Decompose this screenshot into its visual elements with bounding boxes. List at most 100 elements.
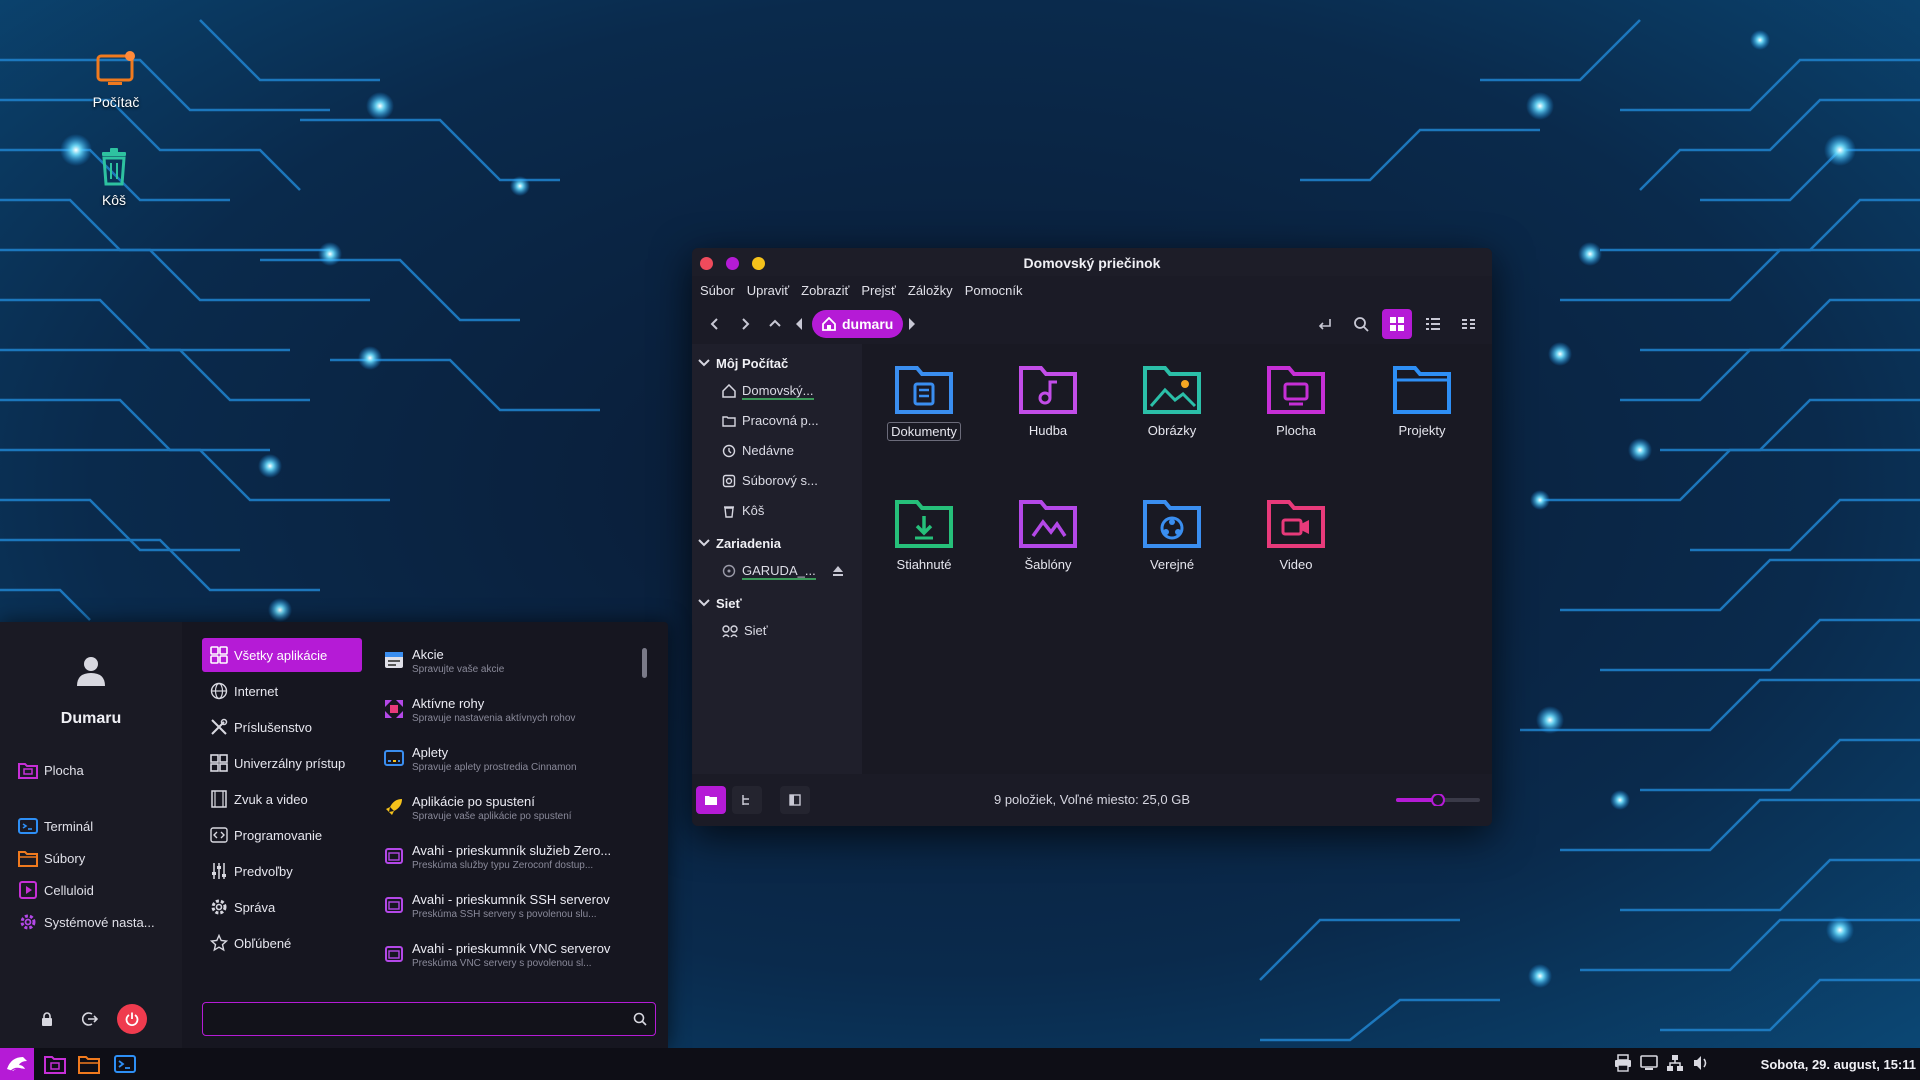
favorite-desktop[interactable]: Plocha: [18, 760, 84, 780]
favorite-celluloid[interactable]: Celluloid: [18, 880, 94, 900]
shutdown-button[interactable]: [117, 1004, 147, 1034]
sidebar-item-home[interactable]: Domovský...: [692, 376, 862, 406]
menu-view[interactable]: Zobraziť: [801, 283, 849, 298]
file-item-projects[interactable]: Projekty: [1372, 358, 1472, 439]
drive-icon: [722, 474, 736, 488]
stocks-icon: [385, 652, 403, 668]
taskbar-terminal-launcher[interactable]: [108, 1048, 142, 1080]
category-preferences[interactable]: Predvoľby: [202, 854, 362, 888]
folder-pictures-icon: [1143, 366, 1201, 414]
breadcrumb-right-button[interactable]: [903, 309, 921, 339]
forward-button[interactable]: [730, 309, 760, 339]
home-icon: [822, 317, 836, 331]
category-all-apps[interactable]: Všetky aplikácie: [202, 638, 362, 672]
file-item-pictures[interactable]: Obrázky: [1122, 358, 1222, 439]
category-administration[interactable]: Správa: [202, 890, 362, 924]
app-name: Avahi - prieskumník VNC serverov: [412, 941, 611, 956]
category-internet[interactable]: Internet: [202, 674, 362, 708]
folder-icon: [722, 416, 736, 427]
breadcrumb-left-button[interactable]: [790, 309, 808, 339]
taskbar-files-launcher[interactable]: [72, 1048, 106, 1080]
menu-file[interactable]: Súbor: [700, 283, 735, 298]
category-label: Príslušenstvo: [234, 719, 313, 735]
favorite-system-settings[interactable]: Systémové nasta...: [18, 912, 155, 932]
sidebar-item-network[interactable]: Sieť: [692, 616, 862, 646]
favorite-files[interactable]: Súbory: [18, 848, 85, 868]
folder-download-icon: [895, 500, 953, 548]
search-button[interactable]: [1346, 309, 1376, 339]
display-icon[interactable]: [1640, 1054, 1658, 1077]
zoom-slider[interactable]: [1396, 794, 1480, 806]
menu-go[interactable]: Prejsť: [861, 283, 896, 298]
compact-view-button[interactable]: [1454, 309, 1484, 339]
sidebar-item-filesystem[interactable]: Súborový s...: [692, 466, 862, 496]
category-sound-video[interactable]: Zvuk a video: [202, 782, 362, 816]
app-item-hot-corners[interactable]: Aktívne rohy Spravuje nastavenia aktívny…: [384, 693, 634, 737]
location-toggle-button[interactable]: [1310, 309, 1340, 339]
breadcrumb-home[interactable]: dumaru: [812, 310, 904, 338]
category-favorites[interactable]: Obľúbené: [202, 926, 362, 960]
return-arrow-icon: [1318, 319, 1331, 330]
sidebar-section-label: Môj Počítač: [716, 355, 789, 371]
menu-search-input[interactable]: [209, 1007, 619, 1031]
app-item-avahi-vnc[interactable]: Avahi - prieskumník VNC serverov Preskúm…: [384, 938, 634, 982]
file-item-templates[interactable]: Šablóny: [998, 492, 1098, 573]
lock-screen-button[interactable]: [32, 1004, 62, 1034]
desktop-icon-computer[interactable]: Počítač: [66, 50, 166, 110]
app-name: Akcie: [412, 647, 444, 662]
file-item-music[interactable]: Hudba: [998, 358, 1098, 439]
app-item-avahi-zeroconf[interactable]: Avahi - prieskumník služieb Zero... Pres…: [384, 840, 634, 884]
category-accessibility[interactable]: Univerzálny prístup: [202, 746, 362, 780]
folder-music-icon: [1019, 366, 1077, 414]
menu-launcher-button[interactable]: [0, 1048, 34, 1080]
back-button[interactable]: [700, 309, 730, 339]
home-icon: [722, 384, 736, 398]
app-description: Spravuje nastavenia aktívnych rohov: [412, 713, 576, 724]
eject-icon[interactable]: [832, 565, 844, 577]
chevron-up-icon: [769, 319, 781, 327]
file-grid: Dokumenty Hudba Obrázky Plocha Projekty: [862, 344, 1492, 774]
sidebar-section-network[interactable]: Sieť: [692, 590, 862, 616]
app-item-applets[interactable]: Aplety Spravuje aplety prostredia Cinnam…: [384, 742, 634, 786]
menu-edit[interactable]: Upraviť: [747, 283, 789, 298]
window-app-icon: [385, 897, 403, 913]
status-text: 9 položiek, Voľné miesto: 25,0 GB: [993, 792, 1190, 807]
list-view-button[interactable]: [1418, 309, 1448, 339]
sidebar-section-computer[interactable]: Môj Počítač: [692, 350, 862, 376]
volume-icon[interactable]: [1692, 1054, 1710, 1077]
clock[interactable]: Sobota, 29. august, 15:11: [1761, 1057, 1916, 1072]
titlebar[interactable]: Domovský priečinok: [692, 248, 1492, 276]
app-description: Preskúma SSH servery s povolenou slu...: [412, 909, 597, 920]
app-item-stocks[interactable]: Akcie Spravujte vaše akcie: [384, 644, 634, 688]
icon-view-button[interactable]: [1382, 309, 1412, 339]
sidebar-item-label: Domovský...: [742, 382, 814, 400]
category-programming[interactable]: Programovanie: [202, 818, 362, 852]
computer-icon: [96, 51, 135, 85]
file-item-public[interactable]: Verejné: [1122, 492, 1222, 573]
sidebar-section-devices[interactable]: Zariadenia: [692, 530, 862, 556]
taskbar-desktop-launcher[interactable]: [38, 1048, 72, 1080]
category-accessories[interactable]: Príslušenstvo: [202, 710, 362, 744]
file-item-videos[interactable]: Video: [1246, 492, 1346, 573]
sidebar-item-recent[interactable]: Nedávne: [692, 436, 862, 466]
desktop-icon-trash[interactable]: Kôš: [64, 148, 164, 208]
app-list-scrollbar[interactable]: [642, 648, 647, 678]
up-button[interactable]: [760, 309, 790, 339]
printer-icon[interactable]: [1614, 1054, 1632, 1077]
sidebar-item-desktop[interactable]: Pracovná p...: [692, 406, 862, 436]
sidebar-item-garuda[interactable]: GARUDA_...: [692, 556, 862, 586]
file-name: Plocha: [1276, 423, 1316, 438]
logout-button[interactable]: [75, 1004, 105, 1034]
sidebar-item-trash[interactable]: Kôš: [692, 496, 862, 526]
favorite-terminal[interactable]: Terminál: [18, 816, 93, 836]
file-item-downloads[interactable]: Stiahnuté: [874, 492, 974, 573]
app-item-startup-apps[interactable]: Aplikácie po spustení Spravuje vaše apli…: [384, 791, 634, 835]
user-name: Dumaru: [60, 710, 122, 727]
file-item-desktop[interactable]: Plocha: [1246, 358, 1346, 439]
menu-help[interactable]: Pomocník: [965, 283, 1023, 298]
menu-bookmarks[interactable]: Záložky: [908, 283, 953, 298]
network-icon[interactable]: [1666, 1054, 1684, 1077]
terminal-icon: [114, 1055, 136, 1073]
app-item-avahi-ssh[interactable]: Avahi - prieskumník SSH serverov Preskúm…: [384, 889, 634, 933]
file-item-documents[interactable]: Dokumenty: [874, 358, 974, 441]
